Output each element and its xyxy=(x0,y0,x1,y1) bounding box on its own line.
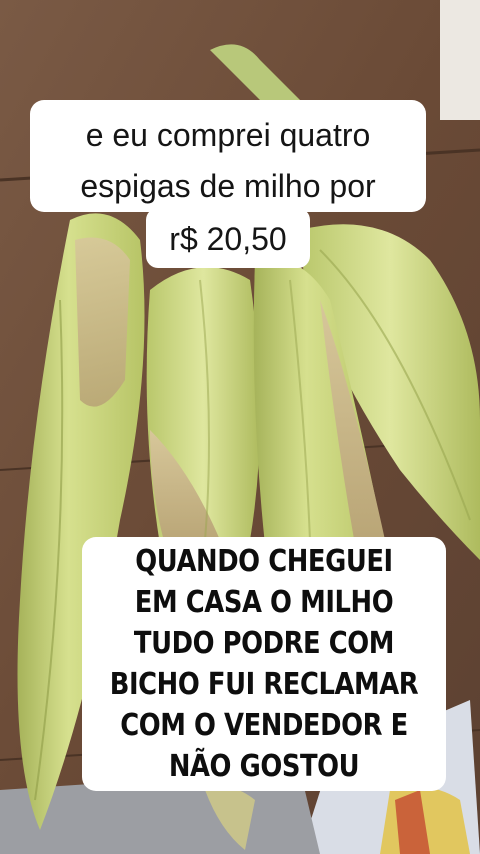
caption-top-text: e eu comprei quatro espigas de milho por xyxy=(30,110,426,212)
caption-bottom-line-1: QUANDO CHEGUEI xyxy=(135,544,393,579)
caption-bottom-line-6: NÃO GOSTOU xyxy=(168,749,360,784)
dry-husk xyxy=(75,237,130,407)
caption-bottom: QUANDO CHEGUEI EM CASA O MILHO TUDO PODR… xyxy=(82,537,446,791)
caption-bottom-line-4: BICHO FUI RECLAMAR xyxy=(109,667,419,702)
caption-bottom-text: QUANDO CHEGUEI EM CASA O MILHO TUDO PODR… xyxy=(107,541,420,787)
caption-top-line-1: e eu comprei quatro xyxy=(85,117,371,153)
caption-top-line-3: r$ 20,50 xyxy=(169,221,287,257)
caption-bottom-line-2: EM CASA O MILHO xyxy=(134,585,394,620)
caption-bottom-line-5: COM O VENDEDOR E xyxy=(120,708,408,743)
caption-bottom-line-3: TUDO PODRE COM xyxy=(133,626,395,661)
wall xyxy=(440,0,480,120)
caption-top-line-2: espigas de milho por xyxy=(80,168,376,204)
